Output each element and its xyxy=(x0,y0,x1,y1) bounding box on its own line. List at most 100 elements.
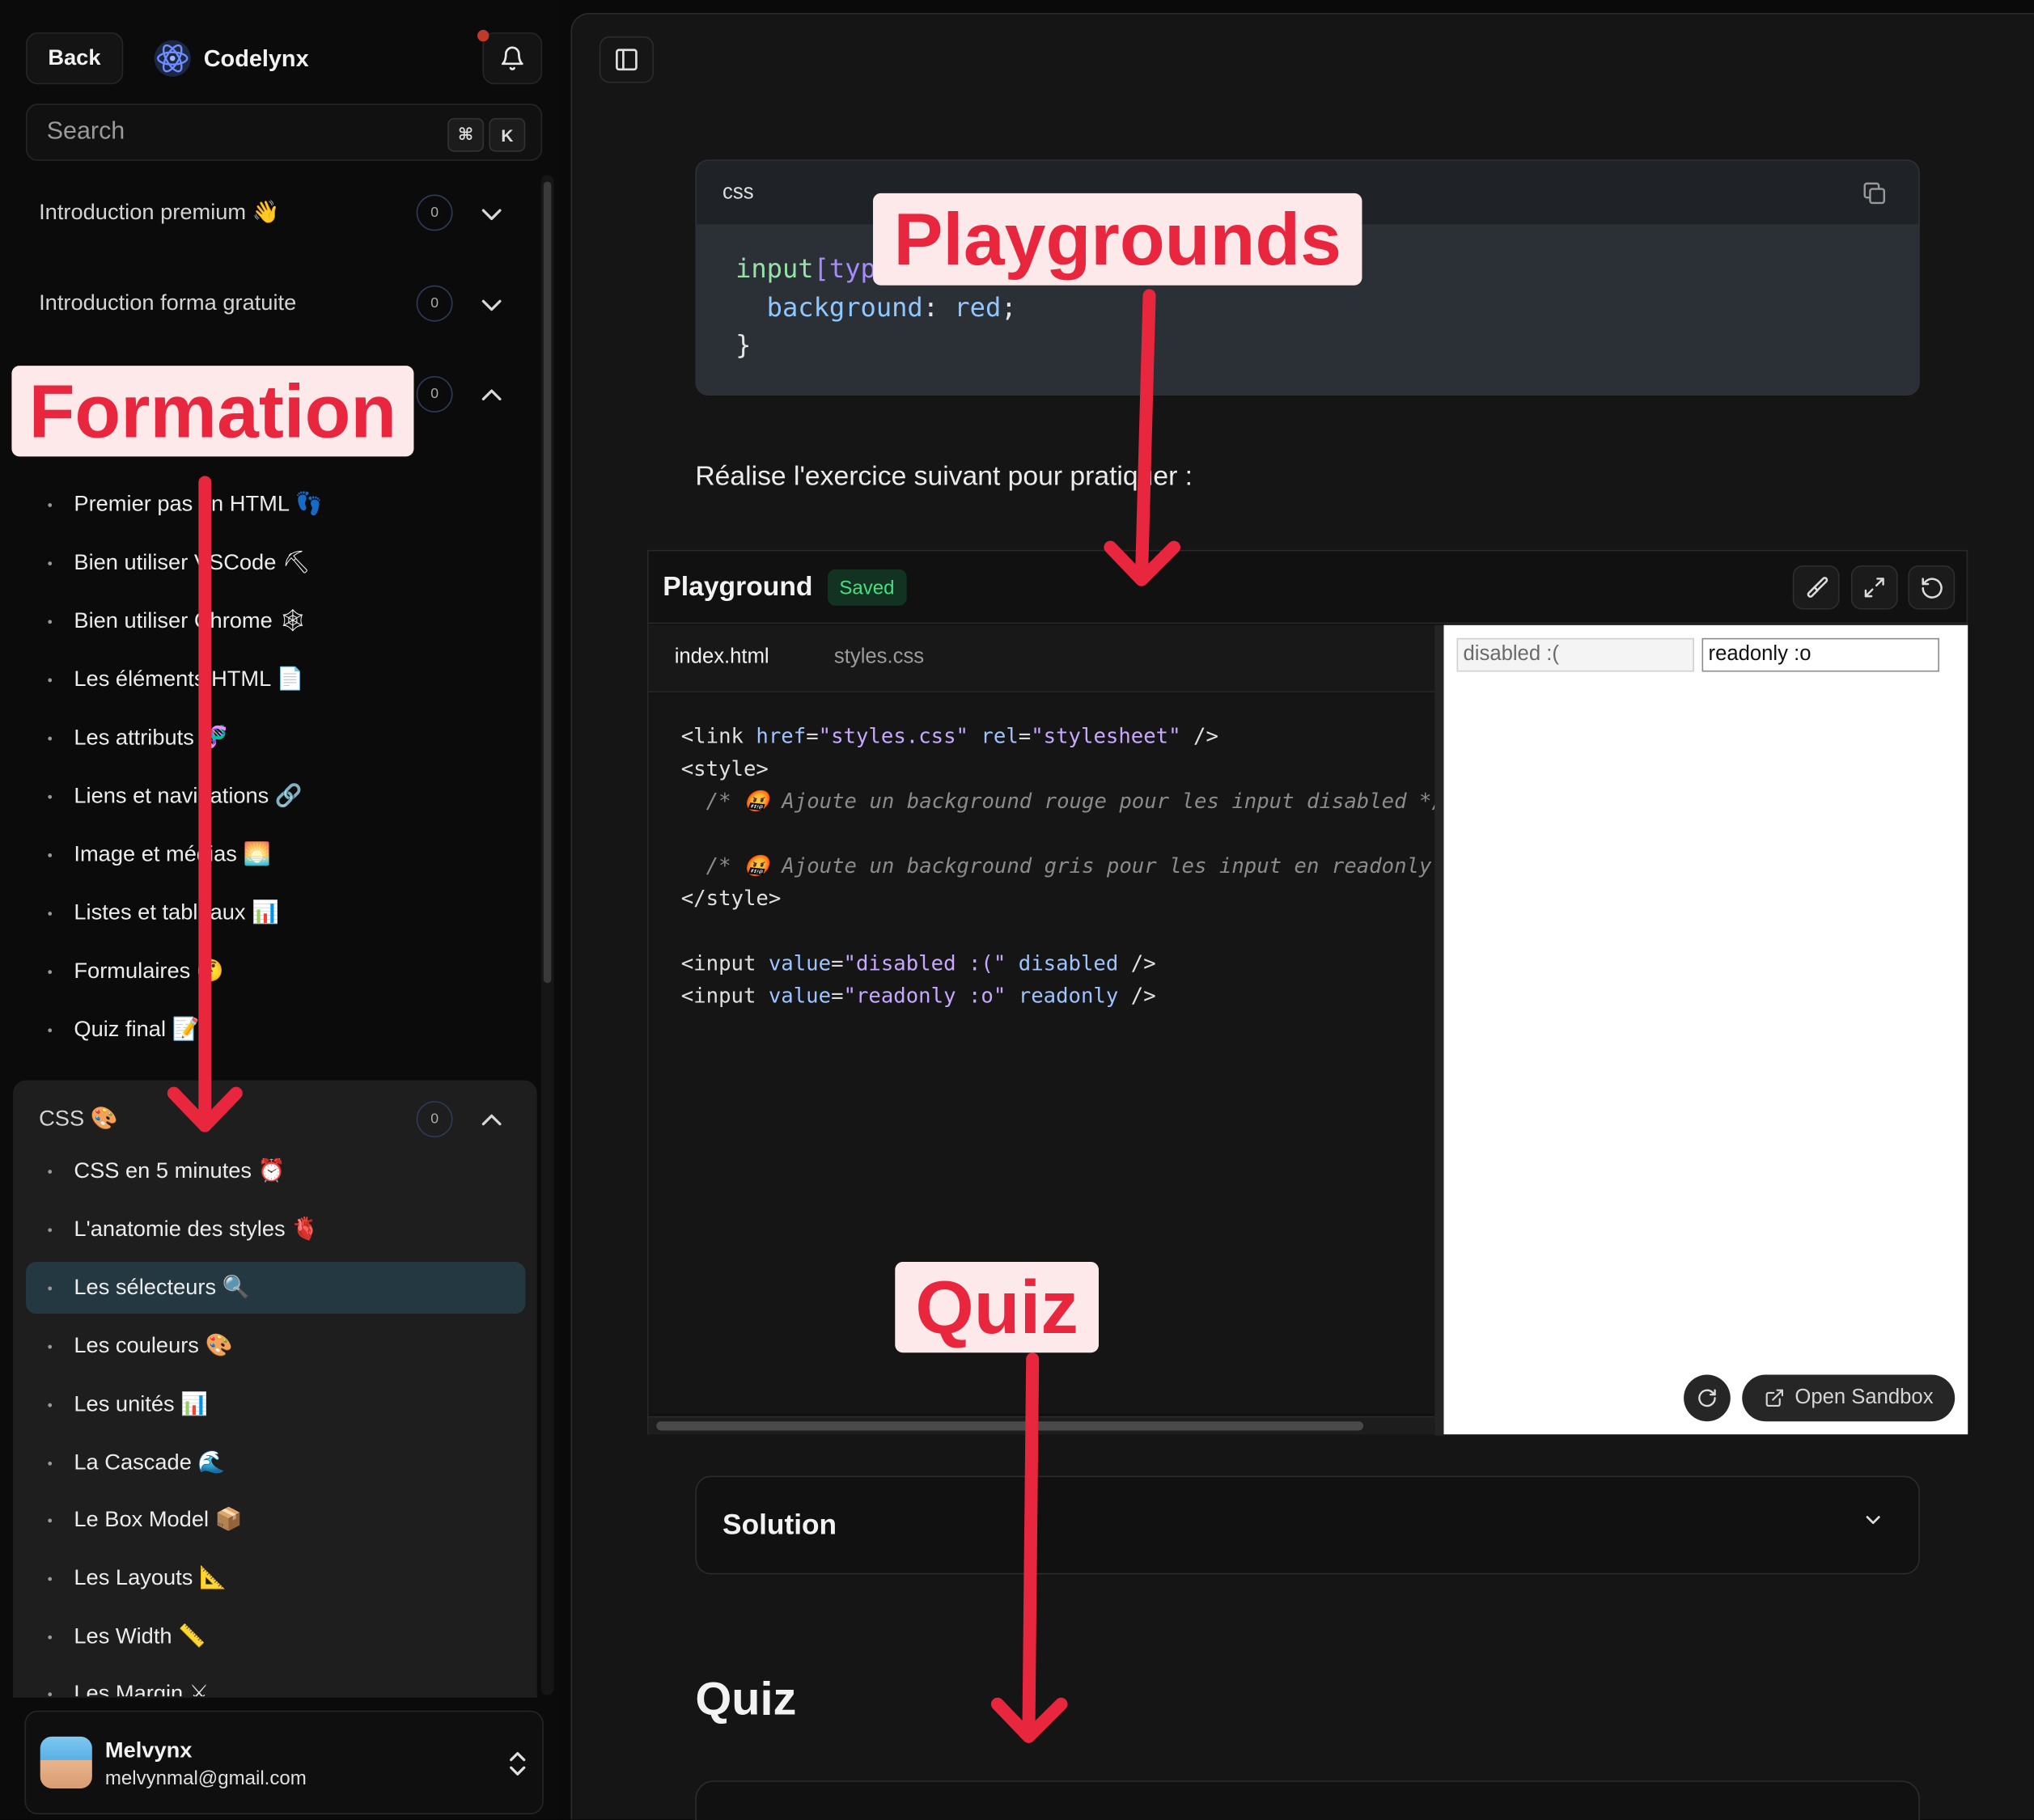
lesson-item[interactable]: Bien utiliser VSCode ⛏ xyxy=(26,537,525,589)
code-language: css xyxy=(722,180,754,203)
playground-header: Playground Saved xyxy=(648,551,1967,624)
section-label: Introduction forma gratuite xyxy=(39,290,297,315)
lesson-item[interactable]: Les attributs 🧬 xyxy=(26,712,525,764)
code-token: disabled xyxy=(1006,950,1119,976)
playground: Playground Saved index.html styles.css <… xyxy=(647,549,1968,1436)
editor-horizontal-scrollbar[interactable] xyxy=(648,1416,1435,1435)
code-token: input xyxy=(735,252,814,285)
refresh-preview-button[interactable] xyxy=(1684,1374,1731,1422)
kbd-cmd: ⌘ xyxy=(447,117,485,152)
preview-readonly-input[interactable] xyxy=(1701,637,1939,672)
lesson-item[interactable]: Les éléments HTML 📄 xyxy=(26,654,525,705)
paintbrush-icon xyxy=(1806,576,1828,598)
progress-badge: 0 xyxy=(416,285,453,322)
external-link-icon xyxy=(1765,1389,1783,1407)
code-token: background xyxy=(735,290,923,323)
refresh-icon xyxy=(1698,1389,1716,1407)
quiz-card[interactable] xyxy=(695,1780,1920,1820)
code-token: value xyxy=(756,950,832,976)
notification-dot xyxy=(477,29,489,42)
chevron-down-icon[interactable] xyxy=(477,290,506,319)
kbd-k: K xyxy=(489,117,526,152)
lesson-item-active[interactable]: Les sélecteurs 🔍 xyxy=(26,1262,526,1314)
lesson-item[interactable]: Bien utiliser Chrome 🕸 xyxy=(26,595,525,647)
sidebar: Back Codelynx Search ⌘ K Introduction pr… xyxy=(0,0,561,1820)
annotation-formation: Formation xyxy=(11,366,414,457)
code-token: red xyxy=(954,290,1002,323)
open-sandbox-button[interactable]: Open Sandbox xyxy=(1742,1374,1956,1422)
code-token: href xyxy=(743,723,807,749)
reset-button[interactable] xyxy=(1908,565,1956,610)
chevron-up-icon[interactable] xyxy=(477,381,506,409)
section-label: CSS 🎨 xyxy=(39,1106,118,1132)
status-badge: Saved xyxy=(827,569,906,606)
sidebar-topbar: Back Codelynx xyxy=(26,32,309,85)
notifications-button[interactable] xyxy=(482,32,543,85)
lesson-item[interactable]: Formulaires 🤔 xyxy=(26,946,525,997)
user-email: melvynmal@gmail.com xyxy=(104,1767,307,1790)
chevron-up-down-icon xyxy=(510,1752,526,1776)
progress-badge: 0 xyxy=(416,194,453,231)
code-token: ; xyxy=(1001,290,1017,323)
progress-badge: 0 xyxy=(416,375,453,413)
lesson-item[interactable]: Liens et navigations 🔗 xyxy=(26,770,525,822)
editor-code[interactable]: <link href="styles.css" rel="stylesheet"… xyxy=(681,720,1435,1012)
lesson-item[interactable]: Image et médias 🌅 xyxy=(26,829,525,881)
back-button[interactable]: Back xyxy=(26,32,123,85)
tab-styles-css[interactable]: styles.css xyxy=(834,645,924,669)
chevron-up-icon[interactable] xyxy=(477,1107,506,1135)
code-token: "stylesheet" xyxy=(1031,723,1181,749)
lesson-item[interactable]: La Cascade 🌊 xyxy=(26,1437,525,1488)
chevron-down-icon[interactable] xyxy=(477,200,506,228)
lesson-item[interactable]: Les couleurs 🎨 xyxy=(26,1320,525,1372)
lesson-item[interactable]: Listes et tableaux 📊 xyxy=(26,887,525,939)
toggle-sidebar-button[interactable] xyxy=(599,36,655,83)
search-placeholder: Search xyxy=(46,117,125,146)
lesson-item[interactable]: L'anatomie des styles 🫀 xyxy=(26,1204,525,1255)
fullscreen-button[interactable] xyxy=(1850,565,1898,610)
lesson-item[interactable]: Le Box Model 📦 xyxy=(26,1494,525,1546)
format-button[interactable] xyxy=(1792,565,1840,610)
code-token: readonly xyxy=(1006,983,1119,1008)
code-token: value xyxy=(756,983,832,1008)
code-comment: /* 🤬 Ajoute un background rouge pour les… xyxy=(680,788,1435,814)
code-token: "styles.css" xyxy=(818,723,968,749)
code-token: /> xyxy=(1118,983,1156,1008)
code-token: : xyxy=(922,290,955,323)
annotation-quiz: Quiz xyxy=(895,1262,1099,1353)
sidebar-scroll-thumb[interactable] xyxy=(543,181,552,984)
panel-resizer[interactable] xyxy=(1434,624,1444,1436)
section-intro-premium[interactable]: Introduction premium 👋 0 xyxy=(13,180,537,245)
solution-label: Solution xyxy=(722,1508,837,1541)
quiz-heading: Quiz xyxy=(695,1671,797,1725)
lesson-item[interactable]: Quiz final 📝 xyxy=(26,1004,525,1056)
lesson-item[interactable]: Les unités 📊 xyxy=(26,1378,525,1430)
code-token: <input xyxy=(680,950,756,976)
app-logo[interactable]: Codelynx xyxy=(153,32,309,84)
lesson-item[interactable]: Les Margin ⚔ xyxy=(26,1668,525,1697)
expand-icon xyxy=(1864,578,1884,598)
lesson-item[interactable]: Les Width 📏 xyxy=(26,1610,525,1662)
lesson-item[interactable]: Premier pas en HTML 👣 xyxy=(26,479,525,531)
code-token: <link xyxy=(680,723,744,749)
user-menu[interactable]: Melvynx melvynmal@gmail.com xyxy=(24,1710,544,1815)
lesson-item[interactable]: CSS en 5 minutes ⏰ xyxy=(26,1145,525,1197)
tab-index-html[interactable]: index.html xyxy=(675,645,769,669)
code-token: rel xyxy=(968,723,1019,749)
editor-tabs: index.html styles.css xyxy=(648,624,1435,693)
exercise-instruction: Réalise l'exercice suivant pour pratique… xyxy=(695,461,1193,492)
progress-badge: 0 xyxy=(416,1101,453,1138)
section-intro-gratuite[interactable]: Introduction forma gratuite 0 xyxy=(13,271,537,336)
open-sandbox-label: Open Sandbox xyxy=(1795,1386,1934,1409)
search-input[interactable]: Search ⌘ K xyxy=(26,104,543,161)
user-name: Melvynx xyxy=(104,1737,193,1763)
lesson-item[interactable]: Les Layouts 📐 xyxy=(26,1552,525,1604)
sidebar-panel-icon xyxy=(616,49,638,71)
solution-accordion[interactable]: Solution xyxy=(695,1475,1920,1575)
scroll-thumb[interactable] xyxy=(656,1421,1364,1431)
avatar xyxy=(40,1736,92,1788)
preview-pane: Open Sandbox xyxy=(1443,624,1968,1435)
annotation-playgrounds: Playgrounds xyxy=(873,193,1362,286)
copy-icon[interactable] xyxy=(1862,180,1888,206)
section-css[interactable]: CSS 🎨 0 xyxy=(13,1087,537,1152)
